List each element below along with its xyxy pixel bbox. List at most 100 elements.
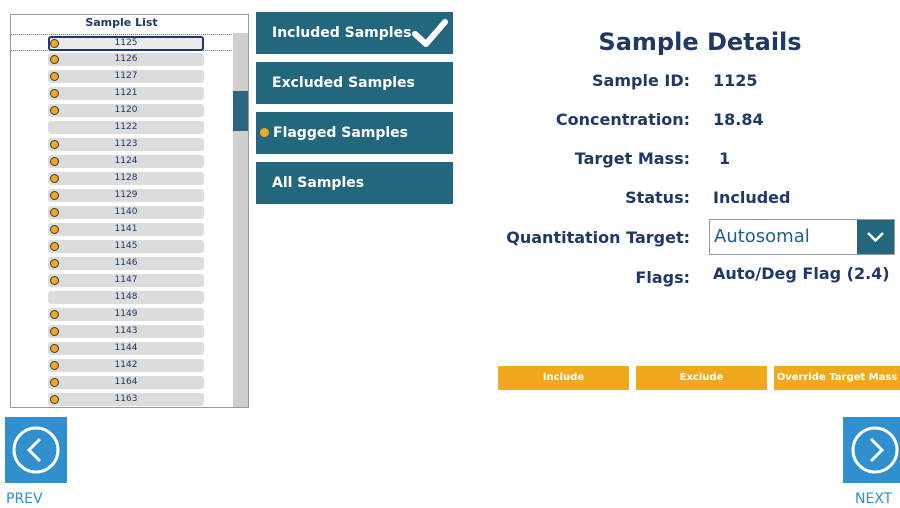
sample-id-text: 1142 — [48, 359, 204, 372]
prev-button[interactable] — [5, 417, 67, 483]
flag-dot-icon — [50, 174, 59, 183]
flag-dot-icon — [50, 191, 59, 200]
sample-list-item[interactable]: 1124 — [11, 153, 232, 170]
sample-id-text: 1122 — [48, 121, 204, 134]
sample-id-text: 1147 — [48, 274, 204, 287]
flagged-samples-button[interactable]: Flagged Samples — [256, 112, 453, 154]
sample-list-item[interactable]: 1129 — [11, 187, 232, 204]
sample-list-scrollbar[interactable] — [233, 33, 248, 407]
flag-dot-icon — [50, 225, 59, 234]
sample-id-text: 1163 — [48, 393, 204, 406]
sample-list-item[interactable]: 1128 — [11, 170, 232, 187]
sample-id-text: 1128 — [48, 172, 204, 185]
flag-dot-icon — [50, 157, 59, 166]
sample-id-value: 1125 — [713, 71, 758, 90]
all-samples-label: All Samples — [272, 175, 365, 191]
status-label: Status: — [625, 188, 690, 207]
include-button[interactable]: Include — [498, 366, 629, 390]
sample-id-text: 1126 — [48, 53, 204, 66]
sample-id-text: 1149 — [48, 308, 204, 321]
flagged-samples-label: Flagged Samples — [273, 125, 409, 141]
sample-id-text: 1145 — [48, 240, 204, 253]
sample-list-item[interactable]: 1122 — [11, 119, 232, 136]
sample-list-item[interactable]: 1143 — [11, 323, 232, 340]
flag-dot-icon — [50, 106, 59, 115]
sample-id-text: 1141 — [48, 223, 204, 236]
sample-list-item[interactable]: 1120 — [11, 102, 232, 119]
flags-value: Auto/Deg Flag (2.4) — [713, 264, 890, 283]
sample-list-header: Sample List — [85, 16, 158, 29]
chevron-left-circle-icon — [12, 426, 60, 474]
sample-list-item[interactable]: 1141 — [11, 221, 232, 238]
sample-list-item[interactable]: 1123 — [11, 136, 232, 153]
sample-list-item[interactable]: 1147 — [11, 272, 232, 289]
sample-id-text: 1140 — [48, 206, 204, 219]
concentration-label: Concentration: — [555, 110, 690, 129]
target-mass-label: Target Mass: — [574, 149, 690, 168]
sample-id-text: 1143 — [48, 325, 204, 338]
next-label[interactable]: NEXT — [855, 491, 892, 507]
flag-dot-icon — [50, 344, 59, 353]
flag-dot-icon — [50, 378, 59, 387]
sample-id-text: 1164 — [48, 376, 204, 389]
scrollbar-thumb[interactable] — [233, 91, 248, 131]
sample-id-text: 1148 — [48, 291, 204, 304]
sample-list-item[interactable]: 1145 — [11, 238, 232, 255]
chevron-down-icon[interactable] — [857, 220, 894, 254]
flag-dot-icon — [50, 242, 59, 251]
sample-list-item[interactable]: 1163 — [11, 391, 232, 407]
flag-dot-icon — [50, 310, 59, 319]
sample-list-item[interactable]: 1126 — [11, 51, 232, 68]
sample-list-item[interactable]: 1144 — [11, 340, 232, 357]
excluded-samples-label: Excluded Samples — [272, 75, 415, 91]
sample-id-text: 1144 — [48, 342, 204, 355]
sample-id-text: 1123 — [48, 138, 204, 151]
sample-id-label: Sample ID: — [592, 71, 690, 90]
sample-list-item[interactable]: 1149 — [11, 306, 232, 323]
sample-list-item[interactable]: 1146 — [11, 255, 232, 272]
sample-id-text: 1127 — [48, 70, 204, 83]
sample-id-text: 1125 — [48, 36, 204, 51]
flag-dot-icon — [50, 55, 59, 64]
sample-list-item[interactable]: 1127 — [11, 68, 232, 85]
flag-dot-icon — [50, 327, 59, 336]
sample-id-text: 1146 — [48, 257, 204, 270]
flag-dot-icon — [50, 72, 59, 81]
sample-id-text: 1120 — [48, 104, 204, 117]
all-samples-button[interactable]: All Samples — [256, 162, 453, 204]
details-title: Sample Details — [598, 28, 802, 56]
flag-dot-icon — [50, 361, 59, 370]
flag-dot-icon — [50, 89, 59, 98]
quantitation-target-value: Autosomal — [714, 226, 810, 247]
quantitation-target-select[interactable]: Autosomal — [709, 219, 895, 255]
sample-list-item[interactable]: 1164 — [11, 374, 232, 391]
override-target-mass-button[interactable]: Override Target Mass — [774, 366, 900, 390]
sample-list-item[interactable]: 1121 — [11, 85, 232, 102]
concentration-value: 18.84 — [713, 110, 764, 129]
sample-list-item[interactable]: 1140 — [11, 204, 232, 221]
sample-id-text: 1121 — [48, 87, 204, 100]
quantitation-target-label: Quantitation Target: — [506, 228, 690, 247]
included-samples-label: Included Samples — [272, 25, 412, 41]
flag-dot-icon — [50, 39, 59, 48]
flag-dot-icon — [260, 128, 269, 137]
flag-dot-icon — [50, 140, 59, 149]
included-samples-button[interactable]: Included Samples — [256, 12, 453, 54]
flag-dot-icon — [50, 395, 59, 404]
exclude-button[interactable]: Exclude — [636, 366, 767, 390]
sample-list-item[interactable]: 1142 — [11, 357, 232, 374]
chevron-right-circle-icon — [851, 426, 899, 474]
flags-label: Flags: — [635, 268, 690, 287]
sample-list-rows: 1125 1126 1127 1121 1120 1122 1123 1124 1128 1129… — [11, 34, 232, 407]
sample-list-panel: Sample List 1125 1126 1127 1121 1120 1122 1123… — [10, 14, 249, 408]
status-value: Included — [713, 188, 791, 207]
checkmark-icon — [412, 19, 448, 47]
next-button[interactable] — [843, 417, 900, 483]
sample-list-item[interactable]: 1125 — [11, 34, 232, 51]
excluded-samples-button[interactable]: Excluded Samples — [256, 62, 453, 104]
sample-id-text: 1124 — [48, 155, 204, 168]
sample-list-item[interactable]: 1148 — [11, 289, 232, 306]
target-mass-value: 1 — [719, 149, 731, 168]
prev-label[interactable]: PREV — [6, 491, 43, 507]
flag-dot-icon — [50, 259, 59, 268]
